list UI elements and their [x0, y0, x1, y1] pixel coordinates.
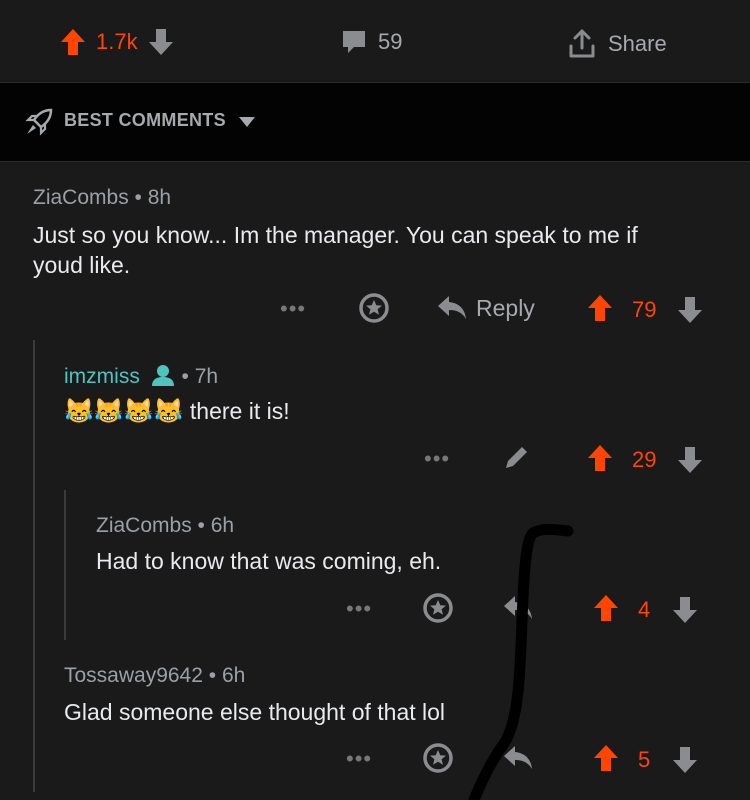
- downvote-icon[interactable]: [677, 446, 703, 474]
- downvote-icon[interactable]: [148, 28, 174, 56]
- comment-meta: imzmiss • 7h: [64, 364, 218, 389]
- separator-dot: •: [134, 186, 148, 209]
- more-options-icon[interactable]: •••: [424, 446, 450, 472]
- post-score: 1.7k: [96, 29, 138, 54]
- comment-age: 8h: [147, 186, 172, 209]
- username[interactable]: Tossaway9642: [64, 664, 203, 687]
- upvote-icon[interactable]: [593, 594, 619, 622]
- separator-dot: •: [208, 664, 222, 687]
- crying-laughing-cat-emoji: 😹😹😹😹: [64, 398, 184, 425]
- award-icon[interactable]: [422, 592, 454, 624]
- comment-age: 6h: [210, 514, 235, 537]
- username[interactable]: ZiaCombs: [96, 514, 192, 537]
- downvote-icon[interactable]: [677, 296, 703, 324]
- share-label: Share: [608, 31, 667, 56]
- comment-meta: ZiaCombs • 8h: [33, 186, 171, 210]
- comment-body: Had to know that was coming, eh.: [96, 548, 442, 574]
- comments-button[interactable]: 59: [340, 28, 402, 56]
- separator-dot: •: [197, 514, 211, 537]
- comment-body-text: there it is!: [189, 398, 290, 424]
- upvote-icon[interactable]: [587, 294, 613, 322]
- comment-body: Just so you know... Im the manager. You …: [33, 220, 638, 280]
- upvote-icon[interactable]: [587, 444, 613, 472]
- username[interactable]: ZiaCombs: [33, 186, 129, 209]
- more-options-icon[interactable]: •••: [346, 596, 372, 622]
- comment-icon: [340, 28, 368, 56]
- reply-icon[interactable]: [502, 744, 534, 772]
- comment-score: 5: [638, 747, 651, 772]
- thread-line[interactable]: [33, 340, 35, 792]
- comment-age: 6h: [221, 664, 246, 687]
- downvote-icon[interactable]: [672, 746, 698, 774]
- more-options-icon[interactable]: •••: [346, 746, 372, 772]
- comment-score: 79: [632, 297, 657, 322]
- reply-icon: [436, 294, 468, 322]
- moderator-icon: [150, 364, 176, 386]
- comment-sort-bar[interactable]: BEST COMMENTS: [0, 83, 750, 162]
- share-button[interactable]: Share: [566, 28, 667, 60]
- reply-label: Reply: [476, 294, 535, 321]
- comment-body-line: Just so you know... Im the manager. You …: [33, 222, 638, 248]
- pencil-icon[interactable]: [502, 442, 532, 472]
- comment-meta: Tossaway9642 • 6h: [64, 664, 245, 688]
- comment-meta: ZiaCombs • 6h: [96, 514, 234, 538]
- username[interactable]: imzmiss: [64, 365, 140, 388]
- downvote-icon[interactable]: [672, 596, 698, 624]
- reply-icon[interactable]: [502, 594, 534, 622]
- comment-body-line: youd like.: [33, 252, 131, 278]
- rocket-icon: [24, 107, 54, 137]
- thread-line[interactable]: [64, 490, 66, 640]
- post-action-bar: 1.7k 59 Share: [0, 0, 750, 83]
- comment-body: Glad someone else thought of that lol: [64, 699, 446, 725]
- more-options-icon[interactable]: •••: [280, 296, 306, 322]
- reply-button[interactable]: Reply: [436, 294, 535, 322]
- award-icon[interactable]: [422, 742, 454, 774]
- award-icon[interactable]: [358, 292, 390, 324]
- comment-score: 4: [638, 597, 651, 622]
- chevron-down-icon: [238, 116, 256, 128]
- comment-body: 😹😹😹😹 there it is!: [64, 396, 290, 427]
- upvote-icon[interactable]: [593, 744, 619, 772]
- share-icon: [566, 28, 598, 60]
- separator-dot: •: [181, 365, 195, 388]
- comment-count: 59: [378, 29, 403, 54]
- upvote-icon[interactable]: [60, 28, 86, 56]
- sort-label: BEST COMMENTS: [64, 110, 226, 130]
- comment-score: 29: [632, 447, 657, 472]
- comment-age: 7h: [194, 365, 219, 388]
- vote-group: 1.7k: [60, 28, 174, 56]
